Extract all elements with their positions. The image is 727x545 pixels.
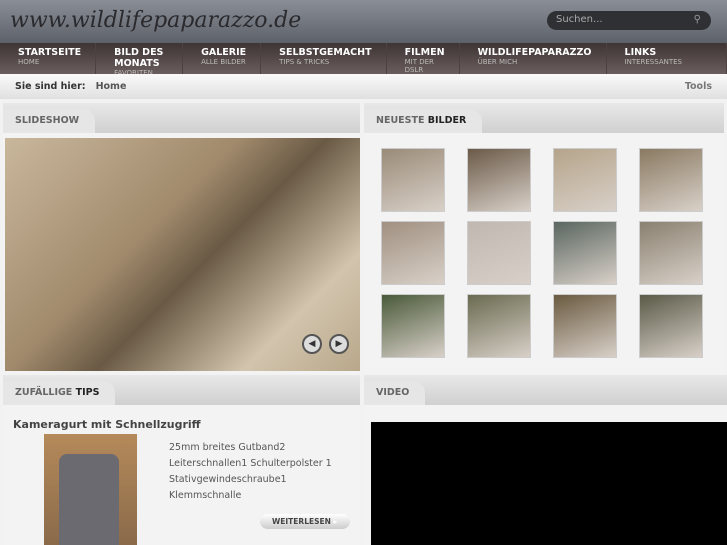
tips-title: ZUFÄLLIGE TIPS (3, 381, 116, 405)
tip-line: Leiterschnallen1 Schulterpolster 1 (169, 458, 332, 469)
gallery-thumbnail[interactable] (553, 221, 617, 285)
prev-arrow-icon[interactable]: ◀ (302, 334, 322, 354)
nav-filmen[interactable]: FILMEN MIT DER DSLR (387, 43, 460, 74)
nav-sub: ÜBER MICH (477, 58, 518, 66)
main-nav: STARTSEITE HOME BILD DES MONATS FAVORITEN … (0, 43, 727, 77)
site-logo[interactable]: www.wildlifepaparazzo.de (10, 8, 301, 33)
gallery-thumbnail[interactable] (639, 221, 703, 285)
tip-image[interactable] (44, 434, 137, 545)
read-more-label: WEITERLESEN (272, 517, 331, 526)
gallery-thumbnail[interactable] (381, 294, 445, 358)
video-player[interactable] (371, 422, 727, 545)
arrow-right-icon: ▸ (333, 517, 338, 526)
read-more-button[interactable]: WEITERLESEN ▸ (260, 514, 350, 529)
nav-sub: ALLE BILDER (201, 58, 246, 66)
tools-link[interactable]: Tools (685, 81, 712, 92)
gallery-thumbnail[interactable] (553, 294, 617, 358)
nav-sub: TIPS & TRICKS (279, 58, 330, 66)
nav-label: GALERIE (201, 47, 247, 58)
tip-line: Stativgewindeschraube1 (169, 474, 287, 485)
nav-bild-des-monats[interactable]: BILD DES MONATS FAVORITEN (96, 43, 184, 77)
nav-startseite[interactable]: STARTSEITE HOME (0, 43, 97, 74)
tip-text: 25mm breites Gutband2 Leiterschnallen1 S… (169, 440, 349, 504)
nav-label: LINKS (624, 47, 657, 58)
nav-label: BILD DES MONATS (114, 47, 164, 69)
gallery-thumbnail[interactable] (639, 148, 703, 212)
nav-sub: INTERESSANTES (624, 58, 682, 66)
gallery-thumbnail[interactable] (467, 294, 531, 358)
latest-title: NEUESTE BILDER (364, 109, 483, 133)
nav-links[interactable]: LINKS INTERESSANTES (607, 43, 727, 74)
video-title: VIDEO (364, 381, 426, 405)
gallery-thumbnail[interactable] (639, 294, 703, 358)
title-a: NEUESTE (376, 115, 428, 126)
breadcrumb: Sie sind hier: Home Tools (0, 74, 727, 99)
gallery-thumbnail[interactable] (467, 148, 531, 212)
nav-label: SELBSTGEMACHT (279, 47, 372, 58)
nav-label: WILDLIFEPAPARAZZO (477, 47, 592, 58)
nav-sub: MIT DER DSLR (404, 58, 434, 74)
search-placeholder: Suchen... (556, 14, 603, 25)
search-icon[interactable]: ⚲ (694, 14, 701, 25)
gallery-thumbnail[interactable] (381, 221, 445, 285)
nav-label: FILMEN (404, 47, 445, 58)
header: www.wildlifepaparazzo.de Suchen... ⚲ (0, 0, 727, 43)
breadcrumb-label: Sie sind hier: (15, 81, 86, 92)
tip-heading[interactable]: Kameragurt mit Schnellzugriff (13, 418, 201, 431)
nav-wildlifepaparazzo[interactable]: WILDLIFEPAPARAZZO ÜBER MICH (460, 43, 607, 74)
title-b: BILDER (427, 115, 467, 126)
tip-line: Klemmschnalle (169, 490, 242, 501)
slideshow-title: SLIDESHOW (3, 109, 96, 133)
nav-galerie[interactable]: GALERIE ALLE BILDER (183, 43, 262, 74)
gallery-thumbnail[interactable] (467, 221, 531, 285)
breadcrumb-home[interactable]: Home (96, 81, 127, 92)
title-b: TIPS (75, 387, 100, 398)
next-arrow-icon[interactable]: ▶ (329, 334, 349, 354)
nav-selbstgemacht[interactable]: SELBSTGEMACHT TIPS & TRICKS (261, 43, 387, 74)
search-input[interactable]: Suchen... ⚲ (547, 11, 711, 30)
gallery-thumbnail[interactable] (553, 148, 617, 212)
gallery-thumbnail[interactable] (381, 148, 445, 212)
title-a: ZUFÄLLIGE (15, 387, 76, 398)
nav-label: STARTSEITE (18, 47, 82, 58)
tip-line: 25mm breites Gutband2 (169, 442, 286, 453)
nav-sub: HOME (18, 58, 40, 66)
